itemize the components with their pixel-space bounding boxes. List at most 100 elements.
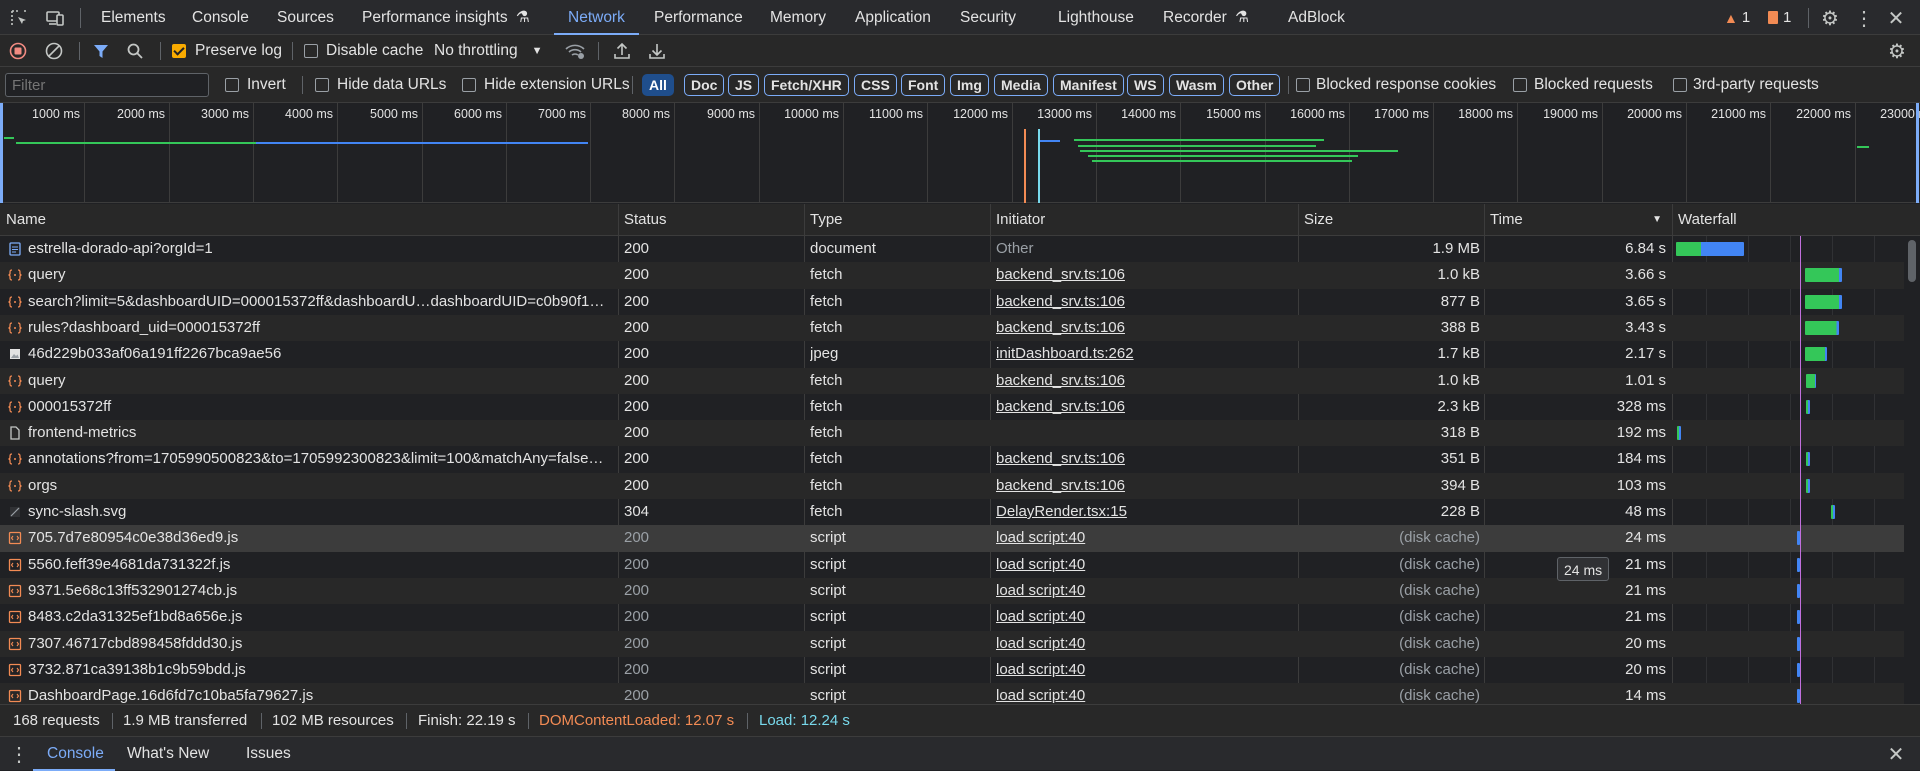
type-filter-wasm[interactable]: Wasm bbox=[1169, 74, 1224, 96]
request-initiator[interactable]: load script:40 bbox=[996, 578, 1292, 604]
export-har-icon[interactable] bbox=[647, 41, 667, 61]
drawer-tab-issues[interactable]: Issues bbox=[246, 737, 291, 771]
type-filter-img[interactable]: Img bbox=[950, 74, 989, 96]
tab-security[interactable]: Security bbox=[960, 0, 1016, 35]
table-row[interactable]: 705.7d7e80954c0e38d36ed9.js 200 script load… bbox=[0, 525, 1904, 552]
request-initiator[interactable]: load script:40 bbox=[996, 631, 1292, 657]
type-filter-all[interactable]: All bbox=[642, 74, 674, 96]
table-row[interactable]: 000015372ff 200 fetch backend_srv.ts:106 2.3… bbox=[0, 394, 1904, 420]
issues-counter[interactable]: 1 bbox=[1768, 0, 1791, 35]
table-row[interactable]: orgs 200 fetch backend_srv.ts:106 394 B 103 m… bbox=[0, 472, 1904, 499]
tab-memory[interactable]: Memory bbox=[770, 0, 826, 35]
table-row[interactable]: 5560.feff39e4681da731322f.js 200 script loa… bbox=[0, 552, 1904, 578]
table-row[interactable]: DashboardPage.16d6fd7c10ba5fa79627.js 200… bbox=[0, 683, 1904, 704]
request-initiator[interactable]: load script:40 bbox=[996, 657, 1292, 683]
type-filter-font[interactable]: Font bbox=[901, 74, 946, 96]
tab-performance[interactable]: Performance bbox=[654, 0, 743, 35]
clear-icon[interactable] bbox=[45, 42, 63, 60]
hide-data-urls-checkbox[interactable] bbox=[315, 78, 329, 92]
request-initiator[interactable]: backend_srv.ts:106 bbox=[996, 446, 1292, 472]
close-drawer-icon[interactable]: ✕ bbox=[1884, 743, 1908, 766]
blocked-response-cookies-checkbox[interactable] bbox=[1296, 78, 1310, 92]
network-conditions-icon[interactable] bbox=[564, 42, 586, 60]
request-initiator[interactable]: backend_srv.ts:106 bbox=[996, 394, 1292, 420]
column-header-initiator[interactable]: Initiator bbox=[990, 204, 1298, 236]
warnings-counter[interactable]: ▲ 1 bbox=[1724, 0, 1750, 35]
request-initiator[interactable]: load script:40 bbox=[996, 604, 1292, 630]
table-row[interactable]: 8483.c2da31325ef1bd8a656e.js 200 script loa… bbox=[0, 604, 1904, 630]
type-filter-js[interactable]: JS bbox=[728, 74, 760, 96]
table-row[interactable]: 7307.46717cbd898458fddd30.js 200 script loa… bbox=[0, 630, 1904, 657]
column-header-time[interactable]: Time ▼ bbox=[1484, 204, 1672, 236]
scrollbar-thumb[interactable] bbox=[1908, 240, 1916, 282]
drawer-tab-console[interactable]: Console bbox=[47, 737, 104, 771]
network-settings-gear-icon[interactable]: ⚙ bbox=[1885, 40, 1909, 63]
request-initiator[interactable]: backend_srv.ts:106 bbox=[996, 262, 1292, 288]
request-initiator[interactable]: backend_srv.ts:106 bbox=[996, 289, 1292, 315]
type-filter-ws[interactable]: WS bbox=[1127, 74, 1164, 96]
table-row[interactable]: query 200 fetch backend_srv.ts:106 1.0 kB 3.6… bbox=[0, 262, 1904, 289]
overview-right-handle[interactable] bbox=[1916, 103, 1919, 203]
column-header-type[interactable]: Type bbox=[804, 204, 990, 236]
request-initiator[interactable]: DelayRender.tsx:15 bbox=[996, 499, 1292, 525]
table-row[interactable]: 46d229b033af06a191ff2267bca9ae56 200 jpeg i… bbox=[0, 341, 1904, 367]
record-stop-icon[interactable] bbox=[9, 42, 27, 60]
column-header-waterfall[interactable]: Waterfall bbox=[1672, 204, 1902, 236]
tab-network[interactable]: Network bbox=[554, 0, 639, 35]
overview-left-handle[interactable] bbox=[0, 103, 3, 203]
table-row[interactable]: estrella-dorado-api?orgId=1 200 document Ot… bbox=[0, 236, 1904, 262]
disable-cache-checkbox[interactable] bbox=[304, 44, 318, 58]
column-header-status[interactable]: Status bbox=[618, 204, 804, 236]
more-options-icon[interactable]: ⋮ bbox=[1852, 6, 1876, 30]
table-row[interactable]: frontend-metrics 200 fetch 318 B 192 ms bbox=[0, 420, 1904, 447]
request-initiator[interactable]: backend_srv.ts:106 bbox=[996, 315, 1292, 341]
blocked-requests-checkbox[interactable] bbox=[1513, 78, 1527, 92]
network-overview[interactable]: 1000 ms 2000 ms 3000 ms 4000 ms 5000 ms 6000 … bbox=[0, 103, 1920, 203]
settings-gear-icon[interactable]: ⚙ bbox=[1818, 6, 1842, 30]
invert-checkbox[interactable] bbox=[225, 78, 239, 92]
tab-recorder[interactable]: Recorder ⚗ bbox=[1163, 0, 1249, 35]
type-filter-media[interactable]: Media bbox=[994, 74, 1048, 96]
search-icon[interactable] bbox=[126, 42, 144, 60]
preserve-log-checkbox[interactable] bbox=[172, 44, 186, 58]
import-har-icon[interactable] bbox=[612, 41, 632, 61]
close-devtools-icon[interactable]: ✕ bbox=[1884, 6, 1908, 30]
device-toolbar-icon[interactable] bbox=[44, 7, 66, 29]
table-row[interactable]: 3732.871ca39138b1c9b59bdd.js 200 script loa… bbox=[0, 657, 1904, 683]
tab-adblock[interactable]: AdBlock bbox=[1288, 0, 1345, 35]
type-filter-css[interactable]: CSS bbox=[854, 74, 897, 96]
table-row[interactable]: rules?dashboard_uid=000015372ff 200 fetch b… bbox=[0, 314, 1904, 342]
tab-console[interactable]: Console bbox=[192, 0, 249, 35]
column-header-name[interactable]: Name bbox=[0, 204, 618, 236]
tab-elements[interactable]: Elements bbox=[101, 0, 166, 35]
type-filter-manifest[interactable]: Manifest bbox=[1053, 74, 1124, 96]
type-filter-fetch-xhr[interactable]: Fetch/XHR bbox=[764, 74, 849, 96]
inspect-element-icon[interactable] bbox=[8, 7, 30, 29]
drawer-tab-whats-new[interactable]: What's New bbox=[127, 737, 209, 771]
tab-sources[interactable]: Sources bbox=[277, 0, 334, 35]
tab-lighthouse[interactable]: Lighthouse bbox=[1058, 0, 1134, 35]
table-row[interactable]: query 200 fetch backend_srv.ts:106 1.0 kB 1.0… bbox=[0, 367, 1904, 394]
tab-performance-insights[interactable]: Performance insights ⚗ bbox=[362, 0, 530, 35]
table-row[interactable]: search?limit=5&dashboardUID=000015372ff&… bbox=[0, 289, 1904, 315]
drawer-menu-icon[interactable]: ⋮ bbox=[8, 743, 30, 766]
tab-application[interactable]: Application bbox=[855, 0, 931, 35]
column-header-size[interactable]: Size bbox=[1298, 204, 1484, 236]
request-initiator[interactable]: load script:40 bbox=[996, 525, 1292, 551]
throttling-select[interactable]: No throttling ▼ bbox=[434, 35, 542, 67]
table-row[interactable]: 9371.5e68c13ff532901274cb.js 200 script loa… bbox=[0, 577, 1904, 605]
filter-input[interactable] bbox=[5, 73, 209, 97]
request-initiator[interactable]: load script:40 bbox=[996, 552, 1292, 578]
request-initiator[interactable]: initDashboard.ts:262 bbox=[996, 341, 1292, 367]
type-filter-doc[interactable]: Doc bbox=[684, 74, 725, 96]
type-filter-other[interactable]: Other bbox=[1229, 74, 1281, 96]
request-initiator[interactable]: backend_srv.ts:106 bbox=[996, 473, 1292, 499]
table-scrollbar[interactable] bbox=[1906, 236, 1918, 704]
table-row[interactable]: annotations?from=1705990500823&to=170599… bbox=[0, 446, 1904, 472]
filter-funnel-icon[interactable] bbox=[92, 42, 110, 60]
third-party-requests-checkbox[interactable] bbox=[1673, 78, 1687, 92]
request-initiator[interactable]: load script:40 bbox=[996, 683, 1292, 704]
table-row[interactable]: sync-slash.svg 304 fetch DelayRender.tsx:15… bbox=[0, 499, 1904, 525]
request-initiator[interactable]: backend_srv.ts:106 bbox=[996, 368, 1292, 394]
hide-extension-urls-checkbox[interactable] bbox=[462, 78, 476, 92]
